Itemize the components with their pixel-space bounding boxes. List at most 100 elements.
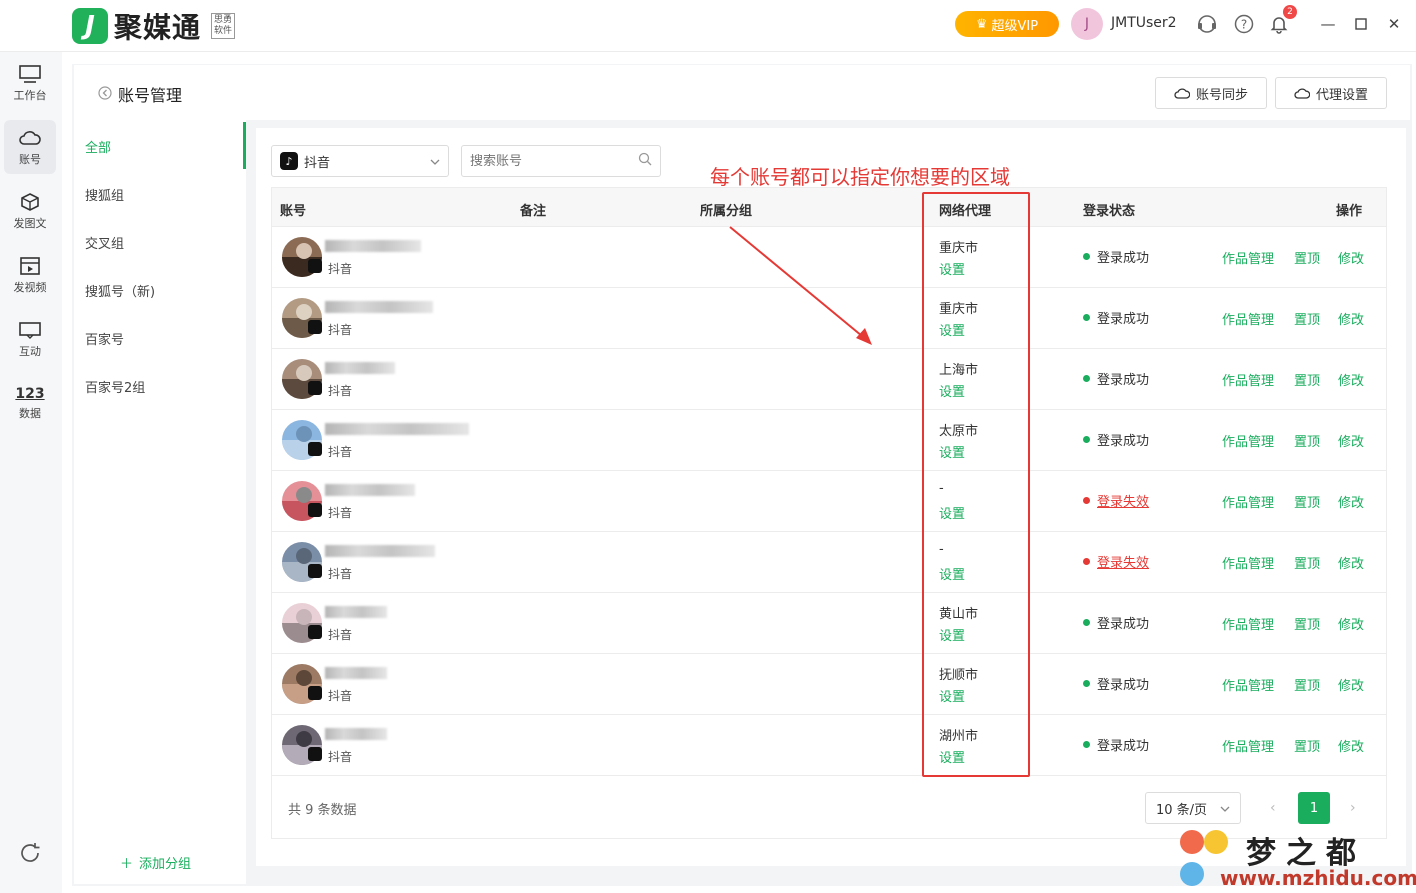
douyin-icon (308, 381, 322, 395)
proxy-settings-button[interactable]: 代理设置 (1275, 77, 1387, 109)
proxy-set-link[interactable]: 设置 (939, 442, 965, 461)
login-status-text: 登录成功 (1097, 739, 1150, 754)
refresh-icon[interactable] (18, 841, 42, 869)
account-platform: 抖音 (328, 567, 353, 581)
pin-top-link[interactable]: 置顶 (1294, 492, 1320, 511)
pin-top-link[interactable]: 置顶 (1294, 736, 1320, 755)
nav-label: 数据 (19, 406, 41, 420)
page-size-select[interactable]: 10 条/页 (1145, 792, 1241, 824)
group-item[interactable]: 百家号2组 (85, 377, 245, 396)
search-icon[interactable] (638, 152, 652, 170)
edit-link[interactable]: 修改 (1338, 431, 1364, 450)
edit-link[interactable]: 修改 (1338, 553, 1364, 572)
login-status[interactable]: 登录失效 (1083, 552, 1149, 571)
proxy-region: 湖州市 (939, 729, 979, 744)
platform-select[interactable]: ♪ 抖音 (271, 145, 449, 177)
minimize-icon[interactable]: — (1318, 14, 1338, 34)
manage-works-link[interactable]: 作品管理 (1222, 614, 1274, 633)
manage-works-link[interactable]: 作品管理 (1222, 675, 1274, 694)
edit-link[interactable]: 修改 (1338, 309, 1364, 328)
vip-button[interactable]: ♛ 超级VIP (955, 11, 1059, 37)
edit-link[interactable]: 修改 (1338, 492, 1364, 511)
close-icon[interactable]: ✕ (1384, 14, 1404, 34)
user-avatar[interactable]: J (1071, 8, 1103, 40)
col-group: 所属分组 (700, 204, 753, 219)
status-dot (1083, 497, 1090, 504)
nav-data[interactable]: 123 数据 (4, 376, 56, 430)
pin-top-link[interactable]: 置顶 (1294, 431, 1320, 450)
table-row: 抖音 - 设置 登录失效 作品管理 置顶 修改 (272, 532, 1386, 593)
logo-sub-line2: 软件 (214, 26, 233, 36)
manage-works-link[interactable]: 作品管理 (1222, 370, 1274, 389)
help-icon[interactable]: ? (1233, 13, 1255, 35)
account-sync-label: 账号同步 (1195, 87, 1248, 103)
proxy-set-link[interactable]: 设置 (939, 625, 965, 644)
chevron-down-icon (430, 154, 440, 169)
account-search[interactable] (461, 145, 661, 177)
manage-works-link[interactable]: 作品管理 (1222, 553, 1274, 572)
group-item[interactable]: 百家号 (85, 329, 245, 348)
account-name-redacted (325, 423, 469, 435)
edit-link[interactable]: 修改 (1338, 248, 1364, 267)
account-name-redacted (325, 240, 421, 252)
page-number-current[interactable]: 1 (1298, 792, 1330, 824)
nav-interact[interactable]: 互动 (4, 312, 56, 366)
status-dot (1083, 436, 1090, 443)
group-list: 全部 搜狐组 交叉组 搜狐号（新) 百家号 百家号2组 (74, 120, 246, 884)
login-status-text: 登录失效 (1097, 495, 1150, 510)
notification-badge: 2 (1283, 5, 1297, 19)
login-status-text: 登录成功 (1097, 617, 1150, 632)
douyin-icon (308, 686, 322, 700)
add-group-label: 添加分组 (139, 857, 192, 872)
proxy-set-link[interactable]: 设置 (939, 320, 965, 339)
proxy-set-link[interactable]: 设置 (939, 381, 965, 400)
maximize-icon[interactable] (1351, 14, 1371, 34)
pin-top-link[interactable]: 置顶 (1294, 675, 1320, 694)
edit-link[interactable]: 修改 (1338, 675, 1364, 694)
pin-top-link[interactable]: 置顶 (1294, 309, 1320, 328)
account-name-redacted (325, 362, 395, 374)
manage-works-link[interactable]: 作品管理 (1222, 248, 1274, 267)
pin-top-link[interactable]: 置顶 (1294, 553, 1320, 572)
nav-workbench[interactable]: 工作台 (4, 56, 56, 110)
nav-label: 互动 (19, 344, 41, 358)
back-icon[interactable] (98, 85, 112, 104)
group-item[interactable]: 搜狐号（新) (85, 281, 245, 300)
proxy-set-link[interactable]: 设置 (939, 564, 965, 583)
douyin-icon (308, 625, 322, 639)
proxy-set-link[interactable]: 设置 (939, 503, 965, 522)
support-icon[interactable] (1196, 13, 1218, 35)
group-item[interactable]: 交叉组 (85, 233, 245, 252)
account-name-redacted (325, 301, 433, 313)
col-account: 账号 (280, 204, 307, 219)
next-page-icon[interactable]: › (1350, 800, 1356, 816)
logo-sub-line1: 思勇 (214, 15, 233, 25)
username[interactable]: JMTUser2 (1111, 15, 1177, 31)
pin-top-link[interactable]: 置顶 (1294, 248, 1320, 267)
group-item-all[interactable]: 全部 (85, 137, 245, 156)
edit-link[interactable]: 修改 (1338, 370, 1364, 389)
proxy-set-link[interactable]: 设置 (939, 747, 965, 766)
account-sync-button[interactable]: 账号同步 (1155, 77, 1267, 109)
add-group-button[interactable]: ＋ 添加分组 (120, 853, 191, 872)
login-status[interactable]: 登录失效 (1083, 491, 1149, 510)
plus-icon: ＋ (120, 857, 134, 872)
proxy-set-link[interactable]: 设置 (939, 686, 965, 705)
search-input[interactable] (470, 153, 620, 169)
group-item[interactable]: 搜狐组 (85, 185, 245, 204)
douyin-icon (308, 442, 322, 456)
nav-post-article[interactable]: 发图文 (4, 184, 56, 238)
pin-top-link[interactable]: 置顶 (1294, 614, 1320, 633)
edit-link[interactable]: 修改 (1338, 736, 1364, 755)
manage-works-link[interactable]: 作品管理 (1222, 492, 1274, 511)
nav-accounts[interactable]: 账号 (4, 120, 56, 174)
prev-page-icon[interactable]: ‹ (1270, 800, 1276, 816)
manage-works-link[interactable]: 作品管理 (1222, 736, 1274, 755)
login-status: 登录成功 (1083, 613, 1149, 632)
pin-top-link[interactable]: 置顶 (1294, 370, 1320, 389)
nav-post-video[interactable]: 发视频 (4, 248, 56, 302)
edit-link[interactable]: 修改 (1338, 614, 1364, 633)
manage-works-link[interactable]: 作品管理 (1222, 431, 1274, 450)
manage-works-link[interactable]: 作品管理 (1222, 309, 1274, 328)
proxy-set-link[interactable]: 设置 (939, 259, 965, 278)
